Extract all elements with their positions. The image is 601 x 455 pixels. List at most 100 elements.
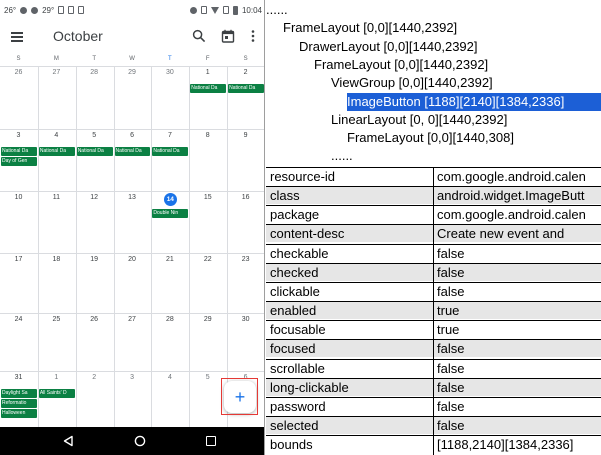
property-key: selected bbox=[270, 417, 319, 433]
wifi-icon bbox=[210, 6, 219, 14]
calendar-today-icon[interactable] bbox=[221, 29, 235, 43]
search-icon[interactable] bbox=[192, 29, 206, 43]
day-number[interactable]: 22 bbox=[189, 256, 226, 263]
day-number[interactable]: 29 bbox=[189, 316, 226, 323]
column-divider bbox=[433, 167, 434, 455]
event-chip[interactable]: All Saints' D bbox=[38, 389, 75, 398]
day-number[interactable]: 8 bbox=[189, 132, 226, 139]
clock: 10:04 bbox=[241, 5, 262, 15]
day-number[interactable]: 21 bbox=[151, 256, 188, 263]
day-number[interactable]: 30 bbox=[151, 69, 188, 76]
day-number[interactable]: 13 bbox=[114, 194, 151, 201]
month-grid: 26 27 28 29 30 1 2 3 4 5 6 7 8 9 10 11 12 13 14 15 16 17 18 19 2… bbox=[0, 66, 264, 427]
day-number[interactable]: 3 bbox=[114, 374, 151, 381]
signal-icon bbox=[222, 6, 229, 14]
event-chip[interactable]: Double Nin bbox=[152, 209, 189, 218]
weather-temp-1: 26° bbox=[4, 5, 17, 15]
weekday-label: W bbox=[129, 56, 135, 62]
weekday-label: F bbox=[205, 56, 210, 62]
navigation-bar bbox=[0, 427, 264, 455]
property-value: Create new event and bbox=[437, 226, 565, 242]
day-number[interactable]: 15 bbox=[189, 194, 226, 201]
day-number[interactable]: 1 bbox=[38, 374, 75, 381]
event-chip[interactable]: National Da bbox=[190, 84, 227, 93]
day-number[interactable]: 6 bbox=[114, 132, 151, 139]
day-number[interactable]: 18 bbox=[38, 256, 75, 263]
day-number[interactable]: 27 bbox=[114, 316, 151, 323]
day-number[interactable]: 17 bbox=[0, 256, 37, 263]
grid-row-divider bbox=[0, 191, 264, 192]
notification-icon bbox=[78, 6, 85, 14]
event-chip[interactable]: Daylight Sa bbox=[1, 389, 37, 398]
hierarchy-node[interactable]: ...... bbox=[266, 1, 288, 19]
property-value: false bbox=[437, 360, 465, 376]
hierarchy-node[interactable]: DrawerLayout [0,0][1440,2392] bbox=[299, 38, 478, 56]
hierarchy-node[interactable]: ViewGroup [0,0][1440,2392] bbox=[331, 74, 493, 92]
more-vert-icon[interactable] bbox=[249, 29, 257, 43]
day-number[interactable]: 10 bbox=[0, 194, 37, 201]
hierarchy-node[interactable]: LinearLayout [0, 0][1440,2392] bbox=[331, 111, 507, 129]
day-number[interactable]: 28 bbox=[76, 69, 113, 76]
event-chip[interactable]: National Da bbox=[228, 84, 264, 93]
event-chip[interactable]: Day of Gen bbox=[1, 157, 37, 166]
property-key: checkable bbox=[270, 245, 329, 261]
day-number[interactable]: 12 bbox=[76, 194, 113, 201]
event-chip[interactable]: Halloween bbox=[1, 409, 37, 418]
day-number[interactable]: 11 bbox=[38, 194, 75, 201]
home-icon[interactable] bbox=[134, 435, 146, 447]
weekday-label: T bbox=[168, 56, 172, 62]
hierarchy-node[interactable]: FrameLayout [0,0][1440,2392] bbox=[283, 19, 457, 37]
hierarchy-node-selected[interactable]: ImageButton [1188][2140][1384,2336] bbox=[347, 92, 601, 111]
day-number[interactable]: 2 bbox=[227, 69, 264, 76]
event-chip[interactable]: National Da bbox=[38, 147, 75, 156]
day-number[interactable]: 5 bbox=[76, 132, 113, 139]
day-number[interactable]: 1 bbox=[189, 69, 226, 76]
property-value: false bbox=[437, 379, 465, 395]
day-number[interactable]: 2 bbox=[76, 374, 113, 381]
weekday-label: T bbox=[92, 56, 97, 62]
day-number[interactable]: 16 bbox=[227, 194, 264, 201]
recents-icon[interactable] bbox=[206, 436, 216, 446]
day-number[interactable]: 28 bbox=[151, 316, 188, 323]
event-chip[interactable]: Reformatio bbox=[1, 399, 37, 408]
day-number[interactable]: 31 bbox=[0, 374, 37, 381]
hierarchy-node[interactable]: FrameLayout [0,0][1440,2392] bbox=[314, 56, 488, 74]
back-icon[interactable] bbox=[62, 435, 74, 447]
menu-icon[interactable] bbox=[10, 28, 26, 46]
day-number[interactable]: 7 bbox=[151, 132, 188, 139]
property-value: true bbox=[437, 303, 460, 319]
property-key: long-clickable bbox=[270, 379, 349, 395]
weather-temp-2: 29° bbox=[42, 5, 55, 15]
day-number[interactable]: 25 bbox=[38, 316, 75, 323]
day-number[interactable]: 26 bbox=[76, 316, 113, 323]
day-number[interactable]: 27 bbox=[38, 69, 75, 76]
day-number[interactable]: 3 bbox=[0, 132, 37, 139]
battery-icon bbox=[232, 5, 238, 15]
month-title[interactable]: October bbox=[53, 28, 103, 44]
app-bar: October bbox=[0, 20, 264, 54]
event-chip[interactable]: National Da bbox=[76, 147, 113, 156]
day-number[interactable]: 26 bbox=[0, 69, 37, 76]
event-chip[interactable]: National Da bbox=[152, 147, 189, 156]
day-number[interactable]: 19 bbox=[76, 256, 113, 263]
property-key: enabled bbox=[270, 303, 317, 319]
day-number[interactable]: 20 bbox=[114, 256, 151, 263]
event-chip[interactable]: National Da bbox=[114, 147, 151, 156]
selected-element-highlight bbox=[221, 378, 258, 415]
day-number[interactable]: 24 bbox=[0, 316, 37, 323]
weekday-label: S bbox=[243, 56, 248, 62]
grid-column-divider bbox=[151, 66, 152, 427]
hierarchy-node[interactable]: ...... bbox=[331, 147, 353, 165]
day-number[interactable]: 4 bbox=[151, 374, 188, 381]
today-date[interactable]: 14 bbox=[163, 193, 177, 206]
day-number[interactable]: 4 bbox=[38, 132, 75, 139]
property-key: content-desc bbox=[270, 226, 345, 242]
day-number[interactable]: 23 bbox=[227, 256, 264, 263]
hierarchy-node[interactable]: FrameLayout [0,0][1440,308] bbox=[347, 129, 514, 147]
day-number[interactable]: 9 bbox=[227, 132, 264, 139]
data-saver-icon bbox=[189, 6, 197, 14]
property-value: false bbox=[437, 341, 465, 357]
day-number[interactable]: 29 bbox=[114, 69, 151, 76]
day-number[interactable]: 30 bbox=[227, 316, 264, 323]
event-chip[interactable]: National Da bbox=[1, 147, 37, 156]
